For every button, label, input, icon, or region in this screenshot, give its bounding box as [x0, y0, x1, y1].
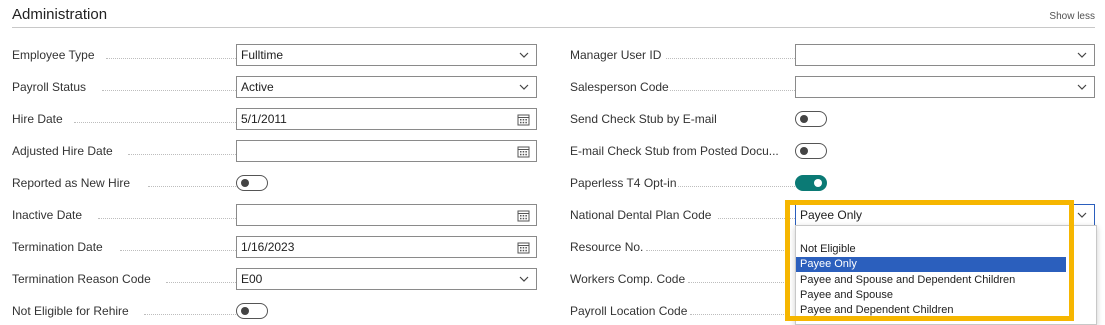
- hire-date-row: Hire Date 5/1/2011: [12, 108, 537, 132]
- paperless-t4-toggle[interactable]: [795, 175, 827, 191]
- payroll-status-label: Payroll Status: [12, 80, 87, 94]
- workers-comp-row: Workers Comp. Code: [570, 268, 790, 292]
- salesperson-code-select[interactable]: [795, 76, 1095, 98]
- dropdown-option[interactable]: Payee and Dependent Children: [796, 303, 1066, 318]
- calendar-icon[interactable]: [517, 145, 530, 158]
- payroll-status-select[interactable]: Active: [236, 76, 537, 98]
- dotted-leader: [102, 90, 236, 91]
- email-posted-label: E-mail Check Stub from Posted Docu...: [570, 144, 779, 158]
- toggle-knob: [241, 307, 249, 315]
- not-eligible-rehire-row: Not Eligible for Rehire: [12, 300, 537, 324]
- workers-comp-label: Workers Comp. Code: [570, 272, 686, 286]
- dotted-leader: [106, 58, 236, 59]
- email-posted-row: E-mail Check Stub from Posted Docu...: [570, 140, 1095, 164]
- termination-reason-value: E00: [241, 272, 263, 286]
- inactive-date-input[interactable]: [236, 204, 537, 226]
- dotted-leader: [670, 90, 795, 91]
- dotted-leader: [120, 250, 236, 251]
- adjusted-hire-date-input[interactable]: [236, 140, 537, 162]
- termination-reason-label: Termination Reason Code: [12, 272, 151, 286]
- toggle-knob: [800, 147, 808, 155]
- manager-user-id-label: Manager User ID: [570, 48, 662, 62]
- paperless-t4-row: Paperless T4 Opt-in: [570, 172, 1095, 196]
- employee-type-select[interactable]: Fulltime: [236, 44, 537, 66]
- payroll-status-value: Active: [241, 80, 274, 94]
- salesperson-code-label: Salesperson Code: [570, 80, 669, 94]
- reported-new-hire-label: Reported as New Hire: [12, 176, 131, 190]
- inactive-date-row: Inactive Date: [12, 204, 537, 228]
- dotted-leader: [74, 122, 236, 123]
- dotted-leader: [688, 282, 786, 283]
- chevron-down-icon: [1077, 84, 1087, 90]
- employee-type-label: Employee Type: [12, 48, 95, 62]
- dropdown-option[interactable]: Payee and Spouse and Dependent Children: [796, 273, 1066, 288]
- termination-date-value: 1/16/2023: [241, 240, 295, 254]
- send-check-stub-label: Send Check Stub by E-mail: [570, 112, 717, 126]
- dotted-leader: [144, 314, 236, 315]
- dental-plan-value: Payee Only: [800, 208, 863, 222]
- send-check-stub-toggle[interactable]: [795, 111, 827, 127]
- calendar-icon[interactable]: [517, 209, 530, 222]
- termination-reason-row: Termination Reason Code E00: [12, 268, 537, 292]
- payroll-location-row: Payroll Location Code: [570, 300, 790, 324]
- termination-reason-select[interactable]: E00: [236, 268, 537, 290]
- adjusted-hire-date-row: Adjusted Hire Date: [12, 140, 537, 164]
- dotted-leader: [128, 154, 236, 155]
- toggle-knob: [241, 179, 249, 187]
- salesperson-code-row: Salesperson Code: [570, 76, 1095, 100]
- dental-plan-select[interactable]: Payee Only: [795, 204, 1095, 226]
- paperless-t4-label: Paperless T4 Opt-in: [570, 176, 677, 190]
- dotted-leader: [678, 186, 795, 187]
- reported-new-hire-row: Reported as New Hire: [12, 172, 537, 196]
- show-less-link[interactable]: Show less: [1049, 11, 1095, 22]
- chevron-down-icon: [1077, 212, 1087, 218]
- section-title: Administration: [12, 6, 108, 23]
- dental-plan-label: National Dental Plan Code: [570, 208, 712, 222]
- dotted-leader: [690, 314, 786, 315]
- dropdown-option-selected[interactable]: Payee Only: [796, 257, 1066, 272]
- chevron-down-icon: [519, 276, 529, 282]
- manager-user-id-select[interactable]: [795, 44, 1095, 66]
- manager-user-id-row: Manager User ID: [570, 44, 1095, 68]
- dropdown-option[interactable]: Payee and Spouse: [796, 288, 1066, 303]
- toggle-knob: [814, 179, 822, 187]
- termination-date-row: Termination Date 1/16/2023: [12, 236, 537, 260]
- payroll-status-row: Payroll Status Active: [12, 76, 537, 100]
- dotted-leader: [718, 218, 795, 219]
- not-eligible-rehire-toggle[interactable]: [236, 303, 268, 319]
- payroll-location-label: Payroll Location Code: [570, 304, 688, 318]
- chevron-down-icon: [1077, 52, 1087, 58]
- chevron-down-icon: [519, 84, 529, 90]
- hire-date-input[interactable]: 5/1/2011: [236, 108, 537, 130]
- dotted-leader: [666, 58, 795, 59]
- not-eligible-rehire-label: Not Eligible for Rehire: [12, 304, 129, 318]
- resource-no-label: Resource No.: [570, 240, 644, 254]
- dotted-leader: [646, 250, 786, 251]
- hire-date-value: 5/1/2011: [241, 112, 287, 126]
- dotted-leader: [148, 186, 236, 187]
- employee-type-row: Employee Type Fulltime: [12, 44, 537, 68]
- reported-new-hire-toggle[interactable]: [236, 175, 268, 191]
- employee-type-value: Fulltime: [241, 48, 284, 62]
- dotted-leader: [166, 282, 236, 283]
- send-check-stub-row: Send Check Stub by E-mail: [570, 108, 1095, 132]
- calendar-icon[interactable]: [517, 241, 530, 254]
- adjusted-hire-date-label: Adjusted Hire Date: [12, 144, 113, 158]
- dental-plan-dropdown-list: Not Eligible Payee Only Payee and Spouse…: [795, 225, 1097, 325]
- toggle-knob: [800, 115, 808, 123]
- termination-date-input[interactable]: 1/16/2023: [236, 236, 537, 258]
- email-posted-toggle[interactable]: [795, 143, 827, 159]
- inactive-date-label: Inactive Date: [12, 208, 83, 222]
- hire-date-label: Hire Date: [12, 112, 63, 126]
- dotted-leader: [98, 218, 236, 219]
- chevron-down-icon: [519, 52, 529, 58]
- resource-no-row: Resource No.: [570, 236, 790, 260]
- dropdown-option[interactable]: Not Eligible: [796, 242, 1066, 257]
- termination-date-label: Termination Date: [12, 240, 103, 254]
- section-header: Administration Show less: [12, 0, 1095, 28]
- calendar-icon[interactable]: [517, 113, 530, 126]
